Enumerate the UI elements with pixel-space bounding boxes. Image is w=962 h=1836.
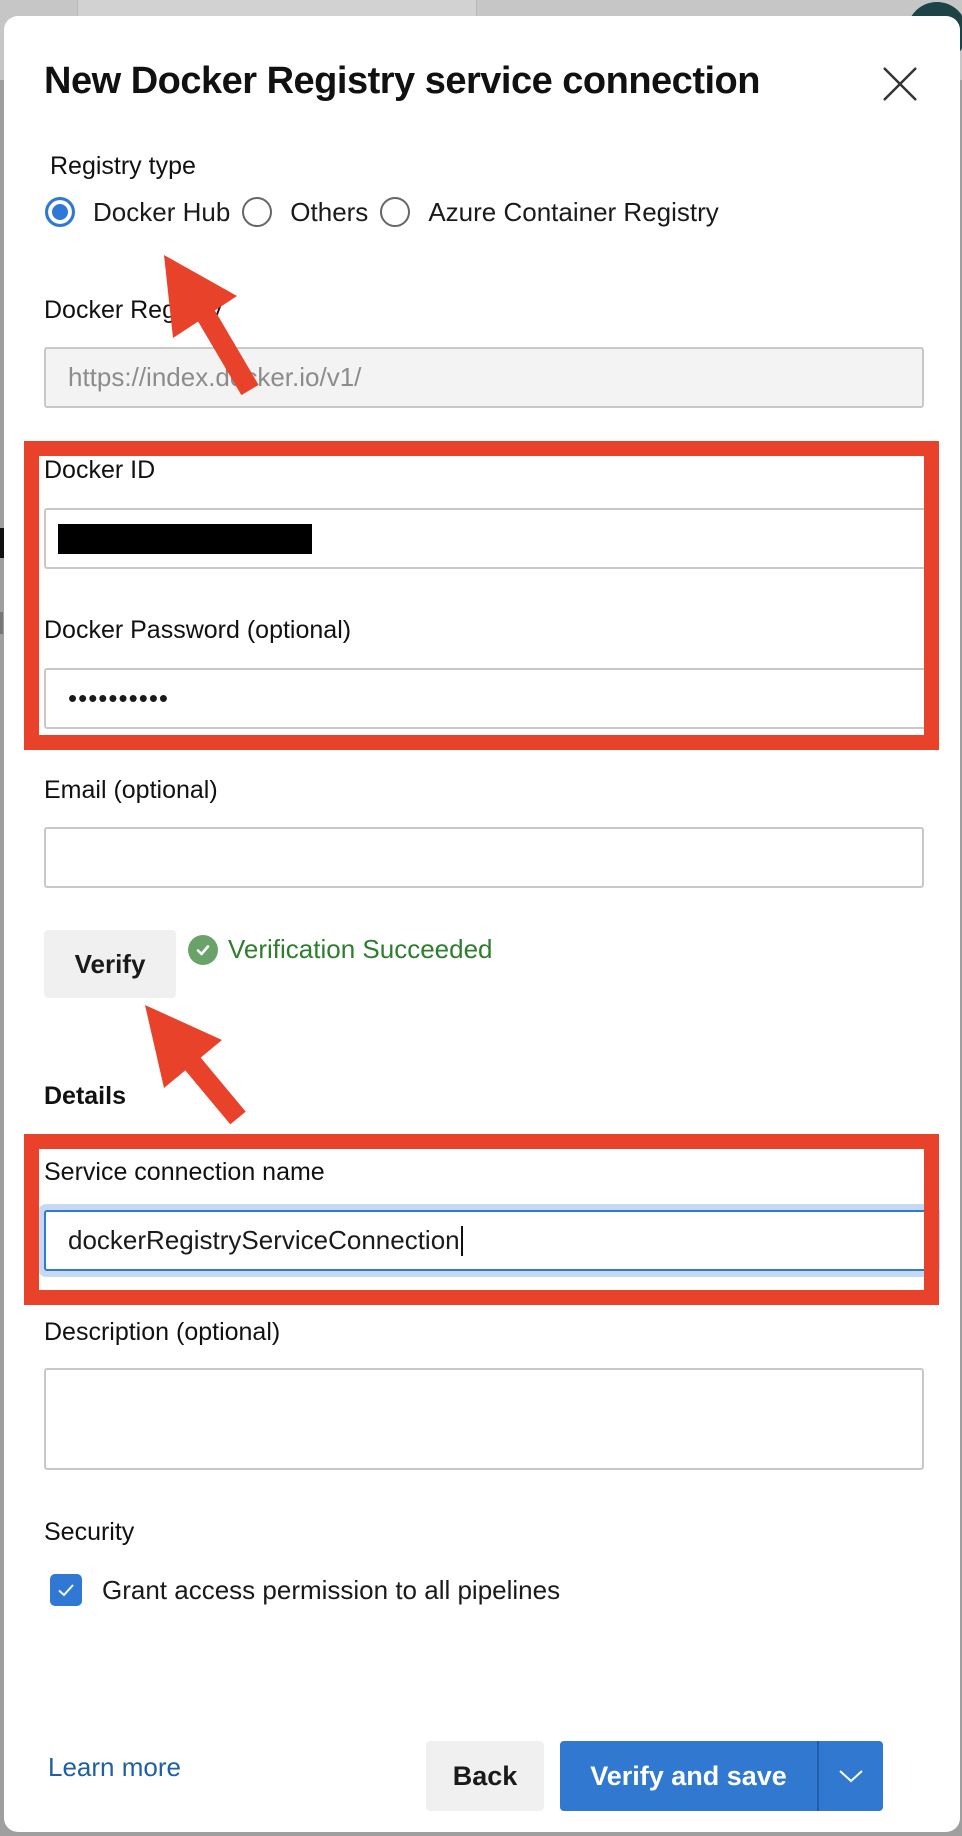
close-button[interactable] <box>880 64 920 104</box>
verify-button-label: Verify <box>74 948 146 979</box>
dialog-title: New Docker Registry service connection <box>44 60 760 102</box>
grant-access-label: Grant access permission to all pipelines <box>102 1575 561 1605</box>
docker-password-label: Docker Password (optional) <box>44 616 352 644</box>
description-textarea[interactable] <box>44 1368 924 1470</box>
verify-and-save-button[interactable]: Verify and save <box>560 1741 819 1811</box>
registry-type-radio-group: Docker Hub Others Azure Container Regist… <box>45 194 731 230</box>
docker-password-input[interactable]: •••••••••• <box>44 668 934 729</box>
details-heading: Details <box>44 1082 126 1110</box>
description-label: Description (optional) <box>44 1318 281 1346</box>
radio-label: Others <box>290 196 369 227</box>
verify-and-save-label: Verify and save <box>590 1760 787 1791</box>
radio-docker-hub[interactable]: Docker Hub <box>45 197 242 228</box>
radio-button-selected[interactable] <box>45 197 75 227</box>
redacted-value <box>58 523 312 554</box>
radio-button[interactable] <box>242 197 273 227</box>
radio-azure-container-registry[interactable]: Azure Container Registry <box>380 197 730 228</box>
email-label: Email (optional) <box>44 776 218 804</box>
text-caret <box>460 1225 463 1256</box>
service-connection-name-value: dockerRegistryServiceConnection <box>68 1225 460 1255</box>
radio-label: Docker Hub <box>93 196 231 227</box>
docker-id-label: Docker ID <box>44 456 156 484</box>
verification-status-text: Verification Succeeded <box>228 934 493 964</box>
checkmark-icon <box>58 1584 74 1597</box>
email-input[interactable] <box>44 827 924 888</box>
service-connection-name-input[interactable]: dockerRegistryServiceConnection <box>44 1210 934 1271</box>
radio-others[interactable]: Others <box>242 197 380 228</box>
radio-button[interactable] <box>380 197 411 227</box>
grant-access-checkbox[interactable] <box>50 1574 82 1606</box>
close-icon <box>883 67 917 101</box>
verify-button[interactable]: Verify <box>44 930 176 998</box>
chevron-down-icon <box>839 1770 863 1783</box>
service-connection-name-label: Service connection name <box>44 1158 325 1186</box>
service-connection-dialog: New Docker Registry service connection <box>4 16 960 1832</box>
docker-registry-value: https://index.docker.io/v1/ <box>68 362 362 392</box>
registry-type-label: Registry type <box>50 152 196 180</box>
check-circle-icon <box>188 934 218 965</box>
back-button-label: Back <box>452 1760 518 1791</box>
security-heading: Security <box>44 1518 135 1546</box>
verification-status: Verification Succeeded <box>188 934 493 965</box>
radio-label: Azure Container Registry <box>428 196 719 227</box>
learn-more-link[interactable]: Learn more <box>48 1752 181 1783</box>
verify-and-save-split-button: Verify and save <box>560 1741 883 1811</box>
background-text-fragment <box>0 612 3 634</box>
back-button[interactable]: Back <box>426 1741 544 1811</box>
docker-id-input[interactable] <box>44 508 934 569</box>
docker-registry-input[interactable]: https://index.docker.io/v1/ <box>44 347 924 408</box>
password-mask: •••••••••• <box>68 683 170 713</box>
verify-and-save-dropdown-button[interactable] <box>819 1741 883 1811</box>
docker-registry-label: Docker Registry <box>44 296 222 324</box>
